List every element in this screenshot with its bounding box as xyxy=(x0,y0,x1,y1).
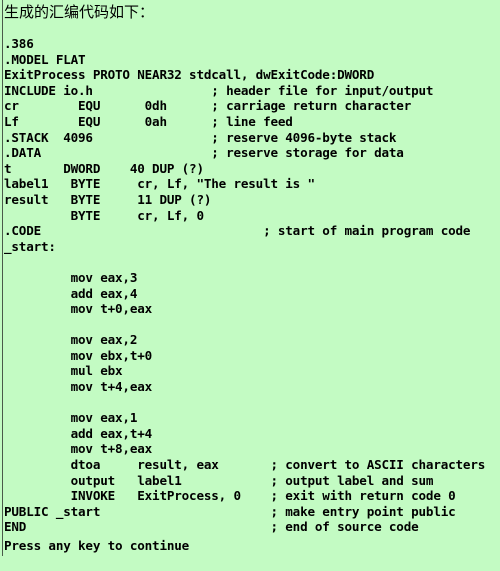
code-line: PUBLIC _start ; make entry point public xyxy=(4,503,456,519)
code-line: mov ebx,t+0 xyxy=(4,347,153,363)
left-gutter-rule xyxy=(2,0,3,556)
code-line: add eax,4 xyxy=(4,285,138,301)
code-line: label1 BYTE cr, Lf, "The result is " xyxy=(4,176,315,192)
page-title: 生成的汇编代码如下： xyxy=(4,3,155,21)
code-line: .CODE ; start of main program code xyxy=(4,223,471,239)
code-line: .DATA ; reserve storage for data xyxy=(4,145,404,161)
code-line: result BYTE 11 DUP (?) xyxy=(4,191,212,207)
code-block: .386 .MODEL FLAT ExitProcess PROTO NEAR32 … xyxy=(4,36,485,535)
code-line: _start: xyxy=(4,238,56,254)
code-line: add eax,t+4 xyxy=(4,425,153,441)
code-line: END ; end of source code xyxy=(4,519,419,535)
code-line: mov t+8,eax xyxy=(4,441,153,457)
code-line: dtoa result, eax ; convert to ASCII char… xyxy=(4,457,486,473)
assembly-code-listing: 生成的汇编代码如下： .386 .MODEL FLAT ExitProcess PR… xyxy=(0,0,500,571)
code-line: INVOKE ExitProcess, 0 ; exit with return… xyxy=(4,488,456,504)
code-line: mov eax,3 xyxy=(4,269,138,285)
code-line: mov eax,1 xyxy=(4,410,138,426)
code-line: mov eax,2 xyxy=(4,332,138,348)
code-line: Lf EQU 0ah ; line feed xyxy=(4,113,293,129)
code-line: mov t+0,eax xyxy=(4,301,153,317)
code-line: .386 xyxy=(4,36,34,51)
code-line: t DWORD 40 DUP (?) xyxy=(4,160,204,176)
code-line: BYTE cr, Lf, 0 xyxy=(4,207,204,223)
code-line: mul ebx xyxy=(4,363,123,379)
code-line: INCLUDE io.h ; header file for input/out… xyxy=(4,82,434,98)
press-any-key-prompt: Press any key to continue xyxy=(4,538,190,553)
code-line: .MODEL FLAT xyxy=(4,51,86,67)
code-line: ExitProcess PROTO NEAR32 stdcall, dwExit… xyxy=(4,67,375,83)
code-line: output label1 ; output label and sum xyxy=(4,472,434,488)
code-line: .STACK 4096 ; reserve 4096-byte stack xyxy=(4,129,397,145)
code-line: mov t+4,eax xyxy=(4,379,153,395)
code-line: cr EQU 0dh ; carriage return character xyxy=(4,98,412,114)
